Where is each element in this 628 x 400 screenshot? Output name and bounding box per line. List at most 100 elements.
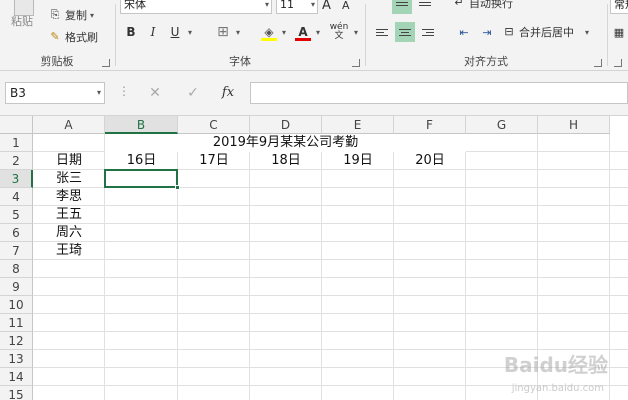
format-painter-button[interactable]: ✎ 格式刷 <box>48 28 98 46</box>
merge-center-label: 合并后居中 <box>519 26 574 39</box>
enter-button[interactable]: ✓ <box>180 82 206 104</box>
dialog-launcher-icon[interactable] <box>102 59 110 67</box>
gridline <box>33 223 628 224</box>
active-cell-selection[interactable] <box>104 169 178 188</box>
underline-button[interactable]: U <box>166 23 184 41</box>
select-all-corner[interactable] <box>0 116 33 134</box>
font-color-button[interactable]: A <box>294 23 312 41</box>
brush-icon: ✎ <box>50 30 60 43</box>
align-right-button[interactable] <box>418 22 438 42</box>
chevron-down-icon[interactable]: ▾ <box>97 83 101 103</box>
shrink-font-button[interactable]: A <box>342 0 350 14</box>
gridline <box>393 134 394 400</box>
date-header-cell[interactable]: 20日 <box>394 152 466 170</box>
phonetic-icon[interactable]: wén 文 <box>328 23 350 41</box>
row-header[interactable]: 7 <box>0 242 33 260</box>
row-header[interactable]: 6 <box>0 224 33 242</box>
increase-indent-button[interactable]: ⇥ <box>477 22 497 42</box>
row-header[interactable]: 11 <box>0 314 33 332</box>
column-header[interactable]: B <box>105 116 178 134</box>
paste-label: 粘贴 <box>11 15 33 28</box>
date-header-cell[interactable]: 16日 <box>105 152 178 170</box>
watermark-url: jingyan.baidu.com <box>511 383 604 394</box>
clipboard-group: 粘贴 ⎘ 复制 ▾ ✎ 格式刷 剪贴板 <box>0 0 114 71</box>
dialog-launcher-icon[interactable] <box>594 59 602 67</box>
decrease-indent-button[interactable]: ⇤ <box>454 22 474 42</box>
horizontal-align-row: ⇤ ⇥ <box>372 22 497 42</box>
employee-name-cell[interactable]: 王琦 <box>33 242 105 260</box>
font-size-combo[interactable]: 11 ▾ <box>276 0 318 14</box>
number-format-icon[interactable]: ▦ <box>612 24 626 42</box>
row-header[interactable]: 12 <box>0 332 33 350</box>
dialog-launcher-icon[interactable] <box>614 59 622 67</box>
font-format-row: B I U ▾ ⊞ ▾ ◈ ▾ A ▾ wén 文 ▾ <box>122 22 362 42</box>
gridline <box>33 313 628 314</box>
merge-center-button[interactable]: ⊟ 合并后居中 ▾ <box>502 23 593 41</box>
row-header[interactable]: 9 <box>0 278 33 296</box>
column-header[interactable]: A <box>33 116 105 134</box>
chevron-down-icon[interactable]: ▾ <box>354 28 362 37</box>
wrap-text-button[interactable]: ↵ 自动换行 <box>452 0 513 12</box>
column-header[interactable]: F <box>394 116 466 134</box>
date-header-cell[interactable]: 17日 <box>178 152 250 170</box>
indent-icon: ⇥ <box>482 25 492 39</box>
insert-function-button[interactable]: fx <box>215 82 241 104</box>
chevron-down-icon[interactable]: ▾ <box>90 11 98 20</box>
row-header[interactable]: 3 <box>0 170 33 188</box>
column-header[interactable]: H <box>538 116 610 134</box>
column-header[interactable]: G <box>466 116 538 134</box>
name-box[interactable]: B3 ▾ <box>5 82 105 104</box>
number-format-combo[interactable]: 常规 <box>610 0 628 14</box>
font-color-icon: A <box>298 25 308 39</box>
date-header-cell[interactable]: 19日 <box>322 152 394 170</box>
chevron-down-icon[interactable]: ▾ <box>236 28 244 37</box>
align-left-button[interactable] <box>372 22 392 42</box>
column-header[interactable]: C <box>178 116 250 134</box>
font-group-label: 字体 <box>229 55 251 68</box>
chevron-down-icon[interactable]: ▾ <box>188 28 196 37</box>
row-header[interactable]: 2 <box>0 152 33 170</box>
copy-button[interactable]: ⎘ 复制 ▾ <box>48 6 98 24</box>
row-header[interactable]: 10 <box>0 296 33 314</box>
middle-align-button[interactable] <box>392 0 412 14</box>
employee-name-cell[interactable]: 李思 <box>33 188 105 206</box>
column-header[interactable]: E <box>322 116 394 134</box>
align-center-button[interactable] <box>395 22 415 42</box>
row-header[interactable]: 13 <box>0 350 33 368</box>
chevron-down-icon[interactable]: ▾ <box>282 28 290 37</box>
cancel-button[interactable]: ✕ <box>142 82 168 104</box>
grow-font-icon: A <box>322 0 331 13</box>
row-header[interactable]: 4 <box>0 188 33 206</box>
employee-name-cell[interactable]: 张三 <box>33 170 105 188</box>
gridline <box>33 259 628 260</box>
row-header[interactable]: 8 <box>0 260 33 278</box>
chevron-down-icon[interactable]: ▾ <box>585 28 593 37</box>
paste-button[interactable]: 粘贴 <box>6 0 40 48</box>
row-header[interactable]: 15 <box>0 386 33 400</box>
employee-name-cell[interactable]: 周六 <box>33 224 105 242</box>
formula-input[interactable] <box>250 82 628 104</box>
chevron-down-icon[interactable]: ▾ <box>316 28 324 37</box>
dialog-launcher-icon[interactable] <box>352 59 360 67</box>
fill-handle[interactable] <box>175 185 180 190</box>
sheet-title-cell[interactable]: 2019年9月某某公司考勤 <box>105 134 466 152</box>
fill-color-button[interactable]: ◈ <box>260 23 278 41</box>
bottom-align-button[interactable] <box>415 0 435 14</box>
column-header[interactable]: D <box>250 116 322 134</box>
gridline <box>249 134 250 400</box>
ribbon: 粘贴 ⎘ 复制 ▾ ✎ 格式刷 剪贴板 宋体 ▾ 11 ▾ A A B I U … <box>0 0 628 71</box>
border-icon[interactable]: ⊞ <box>214 23 232 41</box>
employee-name-cell[interactable]: 王五 <box>33 206 105 224</box>
bold-button[interactable]: B <box>122 23 140 41</box>
date-header-cell[interactable]: 18日 <box>250 152 322 170</box>
date-label-cell[interactable]: 日期 <box>33 152 105 170</box>
divider <box>248 23 256 41</box>
row-header[interactable]: 14 <box>0 368 33 386</box>
more-icon[interactable]: ⋮ <box>118 84 130 98</box>
row-header[interactable]: 5 <box>0 206 33 224</box>
italic-button[interactable]: I <box>144 23 162 41</box>
row-header[interactable]: 1 <box>0 134 33 152</box>
font-name-combo[interactable]: 宋体 ▾ <box>120 0 272 14</box>
copy-label: 复制 <box>65 9 87 22</box>
grow-font-button[interactable]: A <box>322 0 331 14</box>
